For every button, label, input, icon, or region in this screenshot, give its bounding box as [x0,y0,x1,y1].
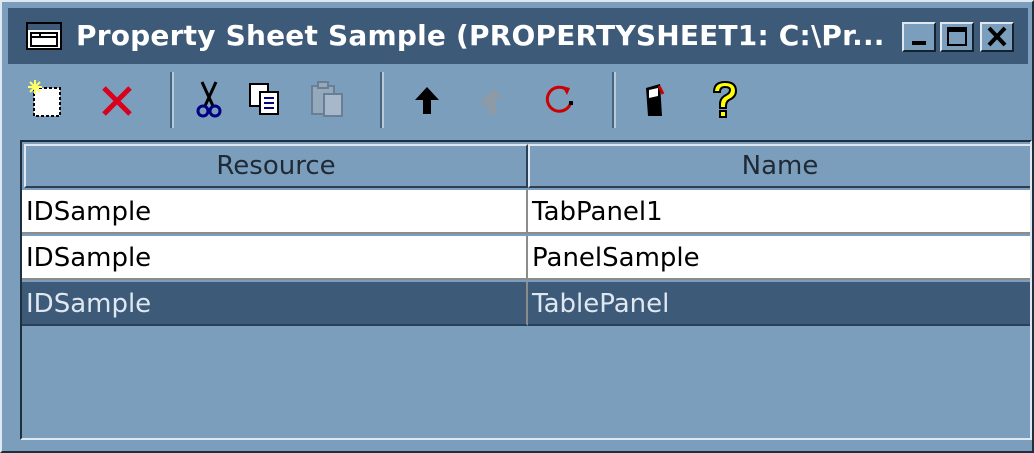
name-cell[interactable]: TabPanel1 [528,190,1030,234]
window-title: Property Sheet Sample (PROPERTYSHEET1: C… [76,19,885,52]
copy-button[interactable] [240,76,290,124]
paste-button[interactable] [302,76,352,124]
properties-button[interactable] [630,76,680,124]
close-button[interactable] [980,22,1014,52]
toolbar-separator [380,72,384,128]
toolbar [8,66,1028,134]
column-header-name[interactable]: Name [528,144,1030,188]
name-cell[interactable]: TablePanel [528,282,1030,326]
name-cell[interactable]: PanelSample [528,236,1030,280]
delete-button[interactable] [92,76,142,124]
minimize-icon [912,41,926,45]
help-icon [712,80,738,118]
maximize-button[interactable] [940,22,974,52]
resource-cell[interactable]: IDSample [22,190,528,234]
properties-icon [646,84,665,116]
new-button[interactable] [22,76,72,124]
maximize-icon [947,27,967,46]
resource-table[interactable]: Resource Name IDSample TabPanel1 IDSampl… [20,140,1032,440]
new-icon [28,80,61,117]
help-button[interactable] [700,76,750,124]
resource-cell[interactable]: IDSample [22,236,528,280]
column-header-resource[interactable]: Resource [24,144,528,188]
paste-icon [311,81,343,117]
resource-cell[interactable]: IDSample [22,282,528,326]
minimize-button[interactable] [902,22,936,52]
cut-icon [196,81,222,118]
copy-icon [249,83,279,115]
move-up-icon [415,87,439,114]
move-down-icon [482,88,503,114]
title-bar[interactable]: Property Sheet Sample (PROPERTYSHEET1: C… [8,8,1028,64]
table-row-selected[interactable]: IDSample TablePanel [22,282,1030,328]
refresh-button[interactable] [534,76,584,124]
window-app-icon[interactable] [26,22,62,50]
delete-icon [102,86,132,116]
table-row[interactable]: IDSample TabPanel1 [22,190,1030,236]
refresh-icon [545,85,573,113]
move-up-button[interactable] [402,76,452,124]
move-down-button[interactable] [468,76,518,124]
toolbar-separator [170,72,174,128]
property-sheet-window: Property Sheet Sample (PROPERTYSHEET1: C… [0,0,1034,453]
toolbar-separator [612,72,616,128]
close-icon [987,26,1007,47]
table-row[interactable]: IDSample PanelSample [22,236,1030,282]
cut-button[interactable] [184,76,234,124]
